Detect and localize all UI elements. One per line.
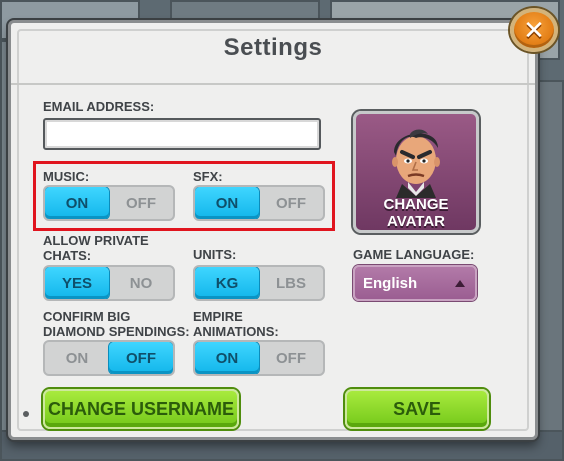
animations-off-option[interactable]: OFF — [259, 342, 323, 374]
units-toggle[interactable]: KG LBS — [193, 265, 325, 301]
private-chats-yes-option[interactable]: YES — [45, 267, 109, 299]
animations-label-line1: EMPIRE — [193, 309, 243, 324]
private-chats-no-option[interactable]: NO — [109, 267, 173, 299]
change-avatar-label-line1: CHANGE — [383, 196, 449, 213]
caret-up-icon — [455, 280, 465, 287]
game-language-value: English — [363, 274, 418, 292]
title-bar: Settings — [11, 23, 535, 85]
diamond-label: CONFIRM BIG DIAMOND SPENDINGS: — [43, 309, 190, 339]
diamond-on-option[interactable]: ON — [45, 342, 109, 374]
animations-label: EMPIRE ANIMATIONS: — [193, 309, 279, 339]
units-kg-option[interactable]: KG — [195, 267, 259, 299]
dialog-title: Settings — [223, 34, 323, 61]
save-button[interactable]: SAVE — [345, 389, 489, 429]
diamond-label-line2: DIAMOND SPENDINGS: — [43, 324, 190, 339]
animations-toggle[interactable]: ON OFF — [193, 340, 325, 376]
private-chats-toggle[interactable]: YES NO — [43, 265, 175, 301]
close-icon: ✕ — [523, 15, 545, 45]
close-button[interactable]: ✕ — [510, 8, 558, 52]
email-input[interactable] — [43, 118, 321, 150]
change-avatar-button[interactable]: CHANGE AVATAR — [353, 111, 479, 233]
diamond-label-line1: CONFIRM BIG — [43, 309, 131, 324]
units-lbs-option[interactable]: LBS — [259, 267, 323, 299]
change-avatar-label: CHANGE AVATAR — [356, 196, 476, 230]
settings-dialog: Settings EMAIL ADDRESS: MUSIC: ON OFF SF… — [8, 20, 538, 440]
diamond-toggle[interactable]: ON OFF — [43, 340, 175, 376]
units-label: UNITS: — [193, 247, 237, 262]
private-chats-label-line2: CHATS: — [43, 248, 92, 263]
audio-highlight-frame — [33, 161, 335, 231]
game-language-label: GAME LANGUAGE: — [353, 247, 475, 262]
private-chats-label: ALLOW PRIVATE CHATS: — [43, 233, 149, 263]
decorative-dot — [23, 411, 29, 417]
game-language-select[interactable]: English — [353, 265, 477, 301]
animations-label-line2: ANIMATIONS: — [193, 324, 279, 339]
change-avatar-label-line2: AVATAR — [386, 213, 446, 230]
diamond-off-option[interactable]: OFF — [109, 342, 173, 374]
change-username-button[interactable]: CHANGE USERNAME — [43, 389, 239, 429]
private-chats-label-line1: ALLOW PRIVATE — [43, 233, 149, 248]
animations-on-option[interactable]: ON — [195, 342, 259, 374]
avatar-portrait-icon — [392, 129, 440, 198]
email-label: EMAIL ADDRESS: — [43, 99, 155, 114]
